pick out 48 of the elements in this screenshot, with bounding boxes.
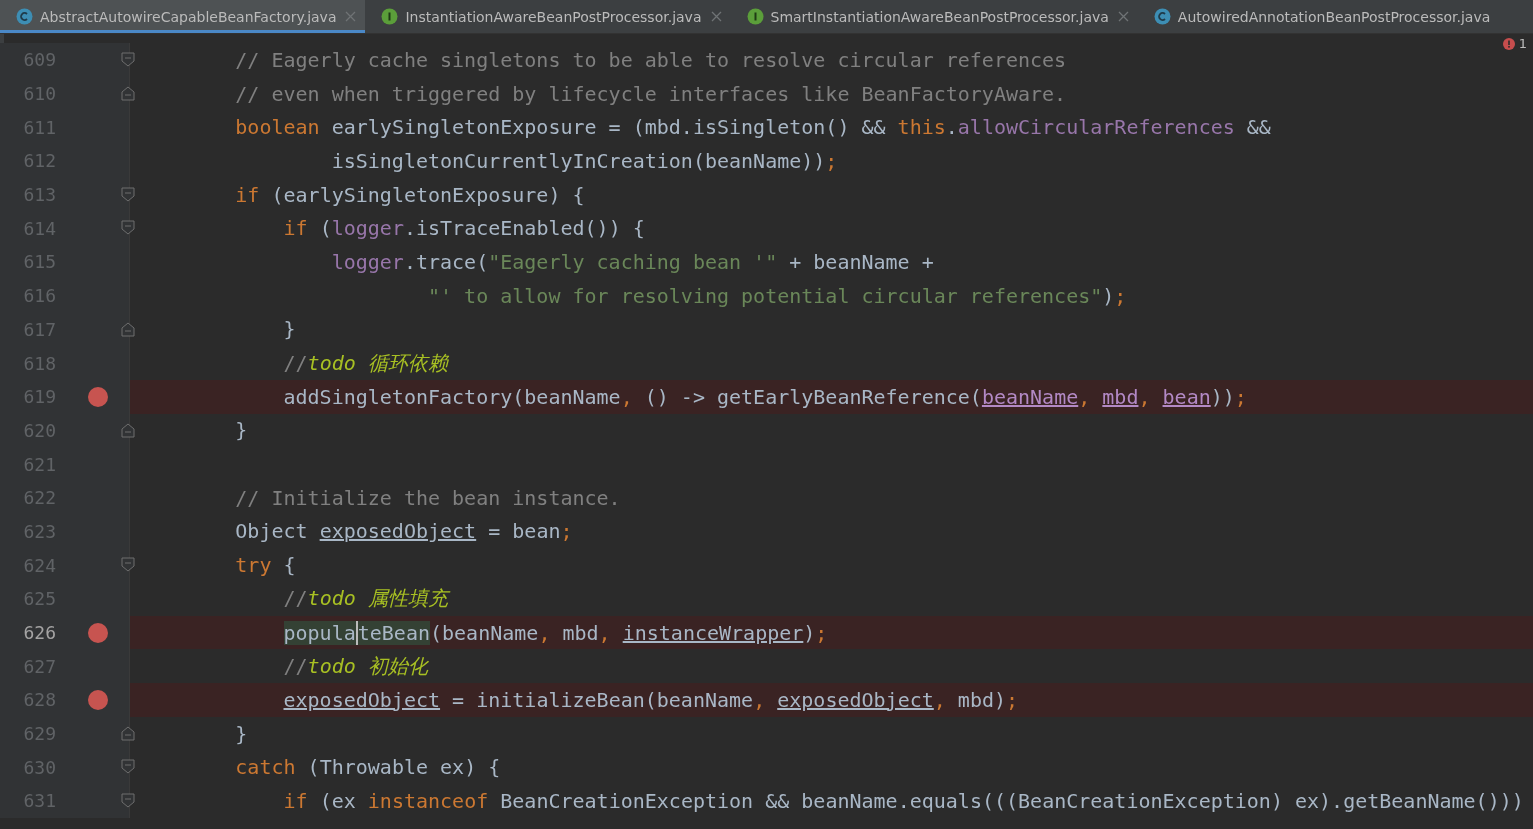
code-line: //todo 初始化 bbox=[282, 652, 428, 680]
fold-marker-icon[interactable] bbox=[121, 186, 135, 202]
code-line: // Initialize the bean instance. bbox=[234, 485, 621, 510]
code-line: } bbox=[234, 418, 248, 443]
error-icon[interactable] bbox=[1502, 37, 1515, 50]
code-line: exposedObject = initializeBean(beanName, exposedObject, mbd); bbox=[282, 687, 1019, 712]
breakpoint-icon[interactable] bbox=[88, 690, 108, 711]
code-line: isSingletonCurrentlyInCreation(beanName)); bbox=[330, 148, 838, 173]
code-line: // Eagerly cache singletons to be able to resolve circular references bbox=[234, 47, 1067, 72]
class-icon bbox=[1153, 8, 1171, 25]
fold-marker-icon[interactable] bbox=[121, 52, 135, 67]
fold-marker-icon[interactable] bbox=[121, 793, 135, 809]
editor-tab[interactable]: AbstractAutowireCapableBeanFactory.java bbox=[0, 0, 366, 33]
code-line: catch (Throwable ex) { bbox=[234, 755, 501, 780]
code-line: "' to allow for resolving potential circular references"); bbox=[427, 283, 1127, 308]
fold-marker-icon[interactable] bbox=[121, 220, 135, 236]
fold-marker-icon[interactable] bbox=[121, 85, 135, 101]
fold-marker-icon[interactable] bbox=[121, 725, 135, 741]
close-icon[interactable] bbox=[345, 11, 357, 22]
breakpoint-icon[interactable] bbox=[88, 622, 108, 643]
editor-tab[interactable]: AutowiredAnnotationBeanPostProcessor.java bbox=[1137, 0, 1491, 33]
fold-marker-icon[interactable] bbox=[121, 557, 135, 573]
fold-marker-icon[interactable] bbox=[121, 422, 135, 438]
line-number: 626 bbox=[22, 622, 56, 644]
close-icon[interactable] bbox=[710, 11, 722, 22]
editor-tab[interactable]: SmartInstantiationAwareBeanPostProcessor.java bbox=[730, 0, 1138, 33]
fold-marker-icon[interactable] bbox=[121, 321, 135, 337]
code-line: logger.trace("Eagerly caching bean '" + beanName + bbox=[330, 249, 934, 274]
code-line: if (logger.isTraceEnabled()) { bbox=[282, 216, 645, 241]
code-line: } bbox=[282, 317, 296, 342]
code-line: } bbox=[234, 721, 248, 746]
code-line: if (ex instanceof BeanCreationException && beanName.equals(((BeanCreationException) ex).getBeanName())) bbox=[282, 788, 1524, 813]
breakpoint-icon[interactable] bbox=[88, 386, 108, 407]
code-line: if (earlySingletonExposure) { bbox=[234, 182, 585, 207]
code-line: try { bbox=[234, 553, 296, 578]
editor-tab[interactable]: InstantiationAwareBeanPostProcessor.java bbox=[365, 0, 731, 33]
interface-icon bbox=[746, 8, 764, 25]
error-count: 1 bbox=[1518, 36, 1527, 51]
code-line: //todo 循环依赖 bbox=[282, 349, 448, 377]
close-icon[interactable] bbox=[1117, 11, 1129, 22]
code-line: popula teBean(beanName, mbd, instanceWrapper); bbox=[282, 620, 828, 645]
code-line: // even when triggered by lifecycle interfaces like BeanFactoryAware. bbox=[234, 81, 1067, 106]
fold-marker-icon[interactable] bbox=[121, 759, 135, 775]
code-line: boolean earlySingletonExposure = (mbd.isSingleton() && this.allowCircularReferences && bbox=[234, 115, 1271, 140]
class-icon bbox=[16, 8, 33, 25]
code-line: Object exposedObject = bean; bbox=[234, 519, 573, 544]
code-line: addSingletonFactory(beanName, () -> getEarlyBeanReference(beanName, mbd, bean)); bbox=[282, 384, 1247, 409]
interface-icon bbox=[381, 8, 399, 25]
